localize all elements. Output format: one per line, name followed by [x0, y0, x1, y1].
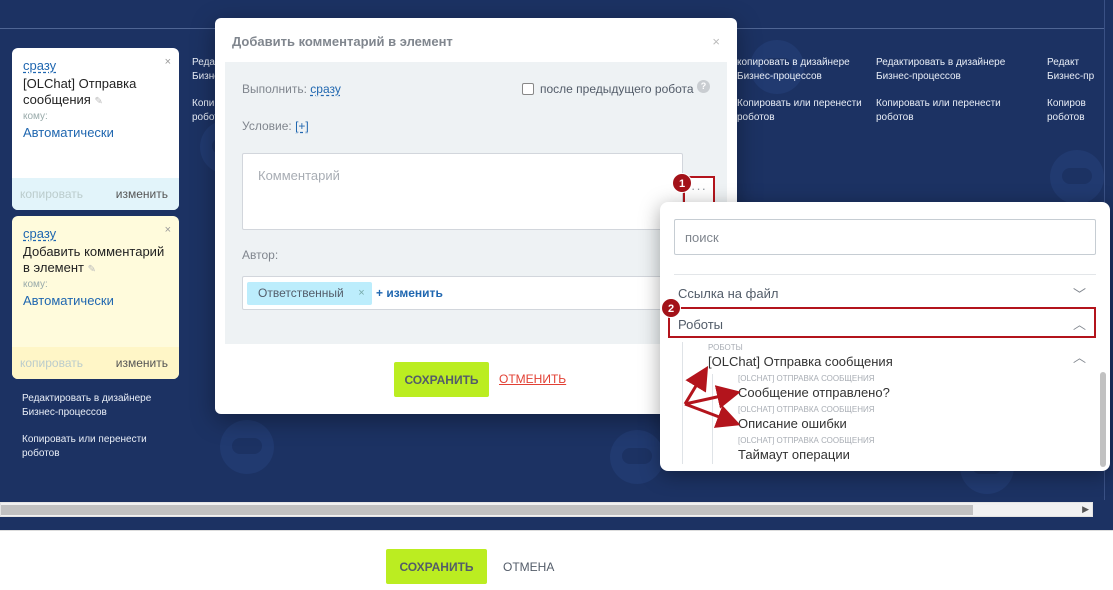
divider [674, 274, 1096, 275]
robot-timing-link[interactable]: сразу [23, 226, 56, 241]
copy-robots-link[interactable]: Копировать или перенести роботов [22, 433, 147, 461]
tree-guide [682, 342, 683, 464]
robot-card-footer: копировать изменить [12, 178, 179, 210]
section-file-link[interactable]: Ссылка на файл [678, 286, 778, 301]
help-icon[interactable]: ? [697, 80, 710, 93]
execute-label: Выполнить: сразу [242, 82, 341, 96]
after-previous-checkbox[interactable] [522, 83, 534, 95]
field-item-operation-timeout[interactable]: Таймаут операции [738, 447, 850, 462]
dialog-cancel-button[interactable]: ОТМЕНИТЬ [499, 372, 566, 386]
field-item-error-description[interactable]: Описание ошибки [738, 416, 847, 431]
robot-timing-link[interactable]: сразу [23, 58, 56, 73]
comment-placeholder: Комментарий [258, 168, 340, 183]
chevron-down-icon[interactable]: ﹀ [1073, 284, 1086, 303]
dialog-form-panel: Выполнить: сразу после предыдущего робот… [225, 62, 727, 344]
comment-textarea[interactable]: Комментарий [242, 153, 683, 230]
robot-title: Добавить комментарий в элемент ✎ [23, 244, 165, 275]
close-icon[interactable]: × [712, 34, 720, 49]
designer-link[interactable]: Редактировать в дизайнере Бизнес-процессо… [22, 392, 151, 420]
robots-highlight [668, 307, 1096, 338]
copy-robots-link[interactable]: Копировать или перенести роботов [876, 97, 1001, 125]
horizontal-scrollbar[interactable]: ▶ [0, 502, 1093, 517]
designer-link[interactable]: Редакт Бизнес-пр [1047, 56, 1094, 84]
popup-scrollbar[interactable] [1100, 372, 1106, 467]
annotation-marker-1: 1 [672, 173, 692, 193]
annotation-marker-2: 2 [661, 298, 681, 318]
robot-whom-label: кому: [23, 279, 48, 290]
robot-pattern-icon [1050, 150, 1104, 204]
item-caption: [OLChat] Отправка сообщения [738, 374, 875, 383]
designer-link[interactable]: Редактировать в дизайнере Бизнес-процессо… [876, 56, 1005, 84]
author-selector[interactable]: Ответственный × + изменить [242, 276, 722, 310]
robot-title: [OLChat] Отправка сообщения ✎ [23, 76, 137, 107]
robot-recipient-link[interactable]: Автоматически [23, 293, 168, 308]
copy-robots-link[interactable]: Копировать или перенести роботов [737, 97, 862, 125]
bottom-action-bar: СОХРАНИТЬ ОТМЕНА [0, 530, 1113, 590]
add-condition-link[interactable]: [+] [295, 119, 309, 133]
designer-link[interactable]: копировать в дизайнере Бизнес-процессов [737, 56, 850, 84]
scrollbar-thumb[interactable] [1, 505, 973, 515]
dialog-save-button[interactable]: СОХРАНИТЬ [394, 362, 489, 397]
dialog-title: Добавить комментарий в элемент [232, 34, 453, 49]
execute-timing-link[interactable]: сразу [310, 82, 341, 96]
after-previous-label[interactable]: после предыдущего робота [540, 82, 694, 96]
edit-robot-link[interactable]: изменить [116, 356, 168, 370]
condition-label: Условие: [+] [242, 119, 309, 133]
edit-robot-link[interactable]: изменить [116, 187, 168, 201]
close-icon[interactable]: × [165, 56, 171, 68]
robot-whom-label: кому: [23, 111, 48, 122]
close-icon[interactable]: × [165, 224, 171, 236]
robot-card-footer: копировать изменить [12, 347, 179, 379]
author-tag: Ответственный × [247, 282, 372, 305]
robot-pattern-icon [610, 430, 664, 484]
group-caption: Роботы [708, 343, 743, 352]
author-label: Автор: [242, 248, 279, 262]
remove-tag-icon[interactable]: × [358, 282, 364, 305]
search-input[interactable] [674, 219, 1096, 255]
field-picker-popup: Ссылка на файл ﹀ Роботы ︿ Роботы [OLChat… [660, 202, 1110, 471]
change-author-link[interactable]: + изменить [376, 286, 443, 300]
robot-card-olchat[interactable]: × сразу [OLChat] Отправка сообщения ✎ ко… [12, 48, 179, 210]
robot-pattern-icon [220, 420, 274, 474]
robot-card-add-comment[interactable]: × сразу Добавить комментарий в элемент ✎… [12, 216, 179, 379]
item-caption: [OLChat] Отправка сообщения [738, 436, 875, 445]
tree-guide [712, 374, 713, 464]
cancel-button[interactable]: ОТМЕНА [503, 560, 554, 574]
field-item-message-sent[interactable]: Сообщение отправлено? [738, 385, 890, 400]
copy-robot-link[interactable]: копировать [20, 356, 83, 370]
copy-robot-link[interactable]: копировать [20, 187, 83, 201]
pencil-icon[interactable]: ✎ [94, 96, 102, 107]
pencil-icon[interactable]: ✎ [88, 264, 96, 275]
chevron-up-icon[interactable]: ︿ [1073, 347, 1086, 366]
save-button[interactable]: СОХРАНИТЬ [386, 549, 487, 584]
robot-group-item[interactable]: [OLChat] Отправка сообщения [708, 354, 893, 369]
scroll-right-icon[interactable]: ▶ [1082, 504, 1089, 515]
add-comment-dialog: Добавить комментарий в элемент × Выполни… [215, 18, 737, 414]
item-caption: [OLChat] Отправка сообщения [738, 405, 875, 414]
copy-robots-link[interactable]: Копиров роботов [1047, 97, 1086, 125]
robot-recipient-link[interactable]: Автоматически [23, 125, 168, 140]
